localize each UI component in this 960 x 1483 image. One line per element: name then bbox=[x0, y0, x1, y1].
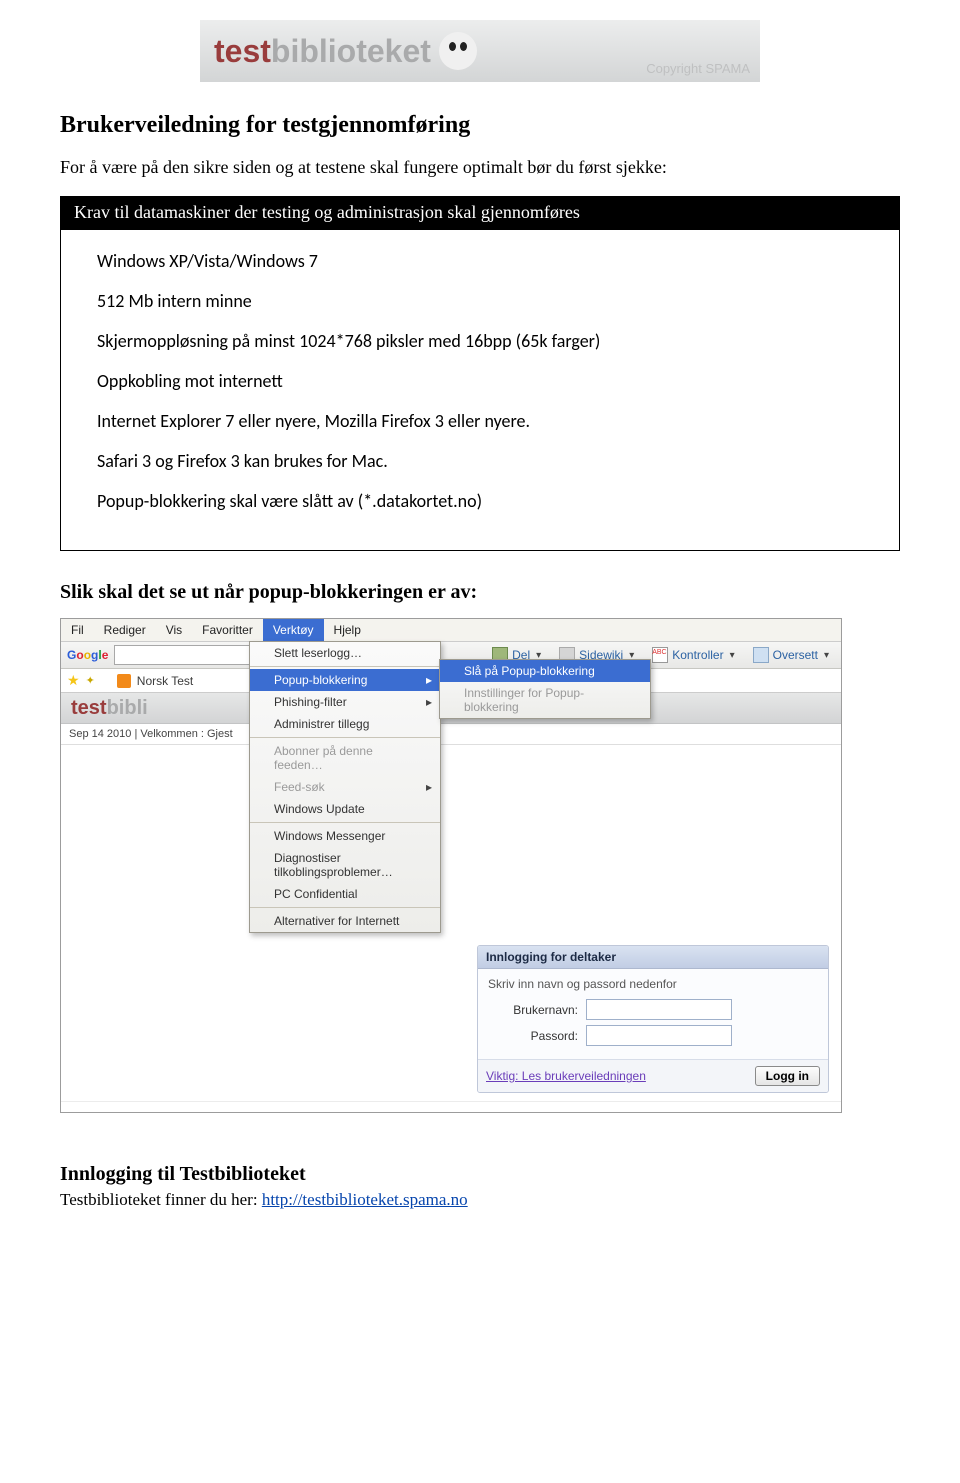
menu-diagnose[interactable]: Diagnostiser tilkoblingsproblemer… bbox=[250, 847, 440, 883]
google-logo: Google bbox=[67, 648, 108, 662]
menu-feed-search: Feed-søk bbox=[250, 776, 440, 798]
favorite-star-icon[interactable]: ★ bbox=[67, 672, 80, 689]
password-label: Passord: bbox=[488, 1029, 578, 1043]
login-panel: Innlogging for deltaker Skriv inn navn o… bbox=[477, 945, 829, 1093]
menu-feed-subscribe: Abonner på denne feeden… bbox=[250, 740, 440, 776]
logo-face-icon bbox=[439, 32, 477, 70]
spellcheck-button[interactable]: Kontroller bbox=[646, 645, 740, 665]
popup-heading: Slik skal det se ut når popup-blokkering… bbox=[60, 581, 900, 604]
requirement-item: Safari 3 og Firefox 3 kan brukes for Mac… bbox=[97, 450, 885, 472]
submenu-enable-popup[interactable]: Slå på Popup-blokkering bbox=[440, 660, 650, 682]
menu-favorites[interactable]: Favoritter bbox=[192, 619, 263, 641]
menu-internet-options[interactable]: Alternativer for Internett bbox=[250, 910, 440, 932]
requirement-item: Popup-blokkering skal være slått av (*.d… bbox=[97, 490, 885, 512]
translate-icon bbox=[753, 647, 769, 663]
menu-phishing[interactable]: Phishing-filter bbox=[250, 691, 440, 713]
logo-copyright: Copyright SPAMA bbox=[646, 61, 750, 76]
popup-submenu: Slå på Popup-blokkering Innstillinger fo… bbox=[439, 659, 651, 719]
menu-clear-history[interactable]: Slett leserlogg… bbox=[250, 642, 440, 667]
password-input[interactable] bbox=[586, 1025, 732, 1046]
menu-messenger[interactable]: Windows Messenger bbox=[250, 825, 440, 847]
menu-view[interactable]: Vis bbox=[156, 619, 192, 641]
tab-icon bbox=[117, 674, 131, 688]
content-gap bbox=[61, 745, 841, 945]
username-input[interactable] bbox=[586, 999, 732, 1020]
login-section-text: Testbiblioteket finner du her: http://te… bbox=[60, 1190, 900, 1210]
login-subtitle: Skriv inn navn og passord nedenfor bbox=[488, 977, 818, 991]
menu-pc-confidential[interactable]: PC Confidential bbox=[250, 883, 440, 908]
translate-button[interactable]: Oversett bbox=[747, 645, 835, 665]
menu-edit[interactable]: Rediger bbox=[94, 619, 156, 641]
menu-tools[interactable]: Verktøy bbox=[263, 619, 324, 641]
requirement-item: Windows XP/Vista/Windows 7 bbox=[97, 250, 885, 272]
login-section-heading: Innlogging til Testbiblioteket bbox=[60, 1163, 900, 1186]
requirements-box: Windows XP/Vista/Windows 7 512 Mb intern… bbox=[60, 229, 900, 551]
menu-file[interactable]: Fil bbox=[61, 619, 94, 641]
menubar: Fil Rediger Vis Favoritter Verktøy Hjelp bbox=[61, 619, 841, 642]
testbiblioteket-link[interactable]: http://testbiblioteket.spama.no bbox=[262, 1190, 468, 1209]
username-label: Brukernavn: bbox=[488, 1003, 578, 1017]
page-title: Brukerveiledning for testgjennomføring bbox=[60, 112, 900, 139]
menu-windows-update[interactable]: Windows Update bbox=[250, 798, 440, 823]
menu-manage-addons[interactable]: Administrer tillegg bbox=[250, 713, 440, 738]
logo-text-bib: biblioteket bbox=[271, 33, 431, 70]
login-button[interactable]: Logg in bbox=[755, 1066, 820, 1086]
intro-paragraph: For å være på den sikre siden og at test… bbox=[60, 157, 900, 178]
login-header: Innlogging for deltaker bbox=[478, 946, 828, 969]
logo-text-test: test bbox=[214, 33, 271, 70]
requirements-header: Krav til datamaskiner der testing og adm… bbox=[60, 196, 900, 229]
menu-help[interactable]: Hjelp bbox=[324, 619, 371, 641]
logo-banner: testbiblioteket Copyright SPAMA bbox=[200, 20, 760, 82]
add-favorite-icon[interactable]: ✦ bbox=[86, 674, 95, 687]
login-help-link[interactable]: Viktig: Les brukerveiledningen bbox=[486, 1069, 646, 1083]
welcome-bar: Sep 14 2010 | Velkommen : Gjest bbox=[61, 724, 841, 745]
tools-dropdown: Slett leserlogg… Popup-blokkering Phishi… bbox=[249, 641, 441, 933]
requirement-item: 512 Mb intern minne bbox=[97, 290, 885, 312]
requirement-item: Internet Explorer 7 eller nyere, Mozilla… bbox=[97, 410, 885, 432]
requirement-item: Skjermoppløsning på minst 1024*768 piksl… bbox=[97, 330, 885, 352]
submenu-popup-settings: Innstillinger for Popup-blokkering bbox=[440, 682, 650, 718]
spellcheck-icon bbox=[652, 647, 668, 663]
tab-title[interactable]: Norsk Test bbox=[137, 674, 193, 688]
browser-screenshot: Fil Rediger Vis Favoritter Verktøy Hjelp… bbox=[60, 618, 842, 1113]
requirement-item: Oppkobling mot internett bbox=[97, 370, 885, 392]
menu-popup-blocker[interactable]: Popup-blokkering bbox=[250, 669, 440, 691]
google-search-input[interactable] bbox=[114, 645, 266, 665]
